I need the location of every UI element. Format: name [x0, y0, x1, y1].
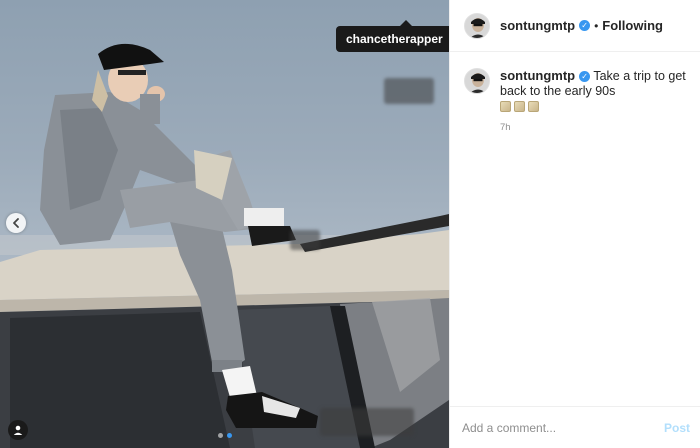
post-timestamp[interactable]: 7h [500, 122, 686, 133]
comment-input[interactable] [462, 420, 642, 435]
blurred-tag [320, 408, 414, 436]
caption-username[interactable]: sontungmtp [500, 68, 575, 83]
post-header: sontungmtp ✓ • Following [450, 0, 700, 52]
photo-scene [0, 43, 449, 448]
emoji-icon [500, 101, 511, 112]
show-tags-button[interactable] [8, 420, 28, 440]
chevron-left-icon [13, 218, 19, 228]
carousel-prev-button[interactable] [6, 213, 26, 233]
caption: sontungmtp ✓ Take a trip to get back to t… [464, 68, 686, 112]
carousel-dot [218, 433, 223, 438]
person-icon [13, 425, 23, 435]
post-photo[interactable]: chancetherapper [0, 0, 449, 448]
avatar-image [465, 69, 489, 93]
avatar[interactable] [464, 68, 490, 94]
header-username[interactable]: sontungmtp [500, 18, 575, 33]
tagged-user-tooltip[interactable]: chancetherapper [336, 20, 449, 52]
caption-emojis [500, 101, 686, 112]
following-button[interactable]: Following [602, 18, 663, 33]
add-comment-bar: Post [450, 406, 700, 448]
emoji-icon [528, 101, 539, 112]
blurred-tag [384, 78, 434, 104]
verified-badge-icon: ✓ [579, 71, 591, 83]
verified-badge-icon: ✓ [579, 20, 591, 31]
comments-area: sontungmtp ✓ Take a trip to get back to t… [450, 52, 700, 406]
avatar-image [465, 13, 489, 38]
carousel-dot-active [227, 433, 232, 438]
emoji-icon [514, 101, 525, 112]
carousel-indicator [218, 433, 232, 438]
post-modal: chancetherapper sontungmtp ✓ • Following… [0, 0, 700, 448]
blurred-tag [290, 230, 320, 250]
post-sidebar: sontungmtp ✓ • Following sontungmtp ✓ Ta… [449, 0, 700, 448]
post-comment-button[interactable]: Post [664, 421, 690, 435]
caption-text-block: sontungmtp ✓ Take a trip to get back to t… [500, 68, 686, 112]
avatar[interactable] [464, 12, 490, 39]
separator: • [594, 18, 599, 33]
